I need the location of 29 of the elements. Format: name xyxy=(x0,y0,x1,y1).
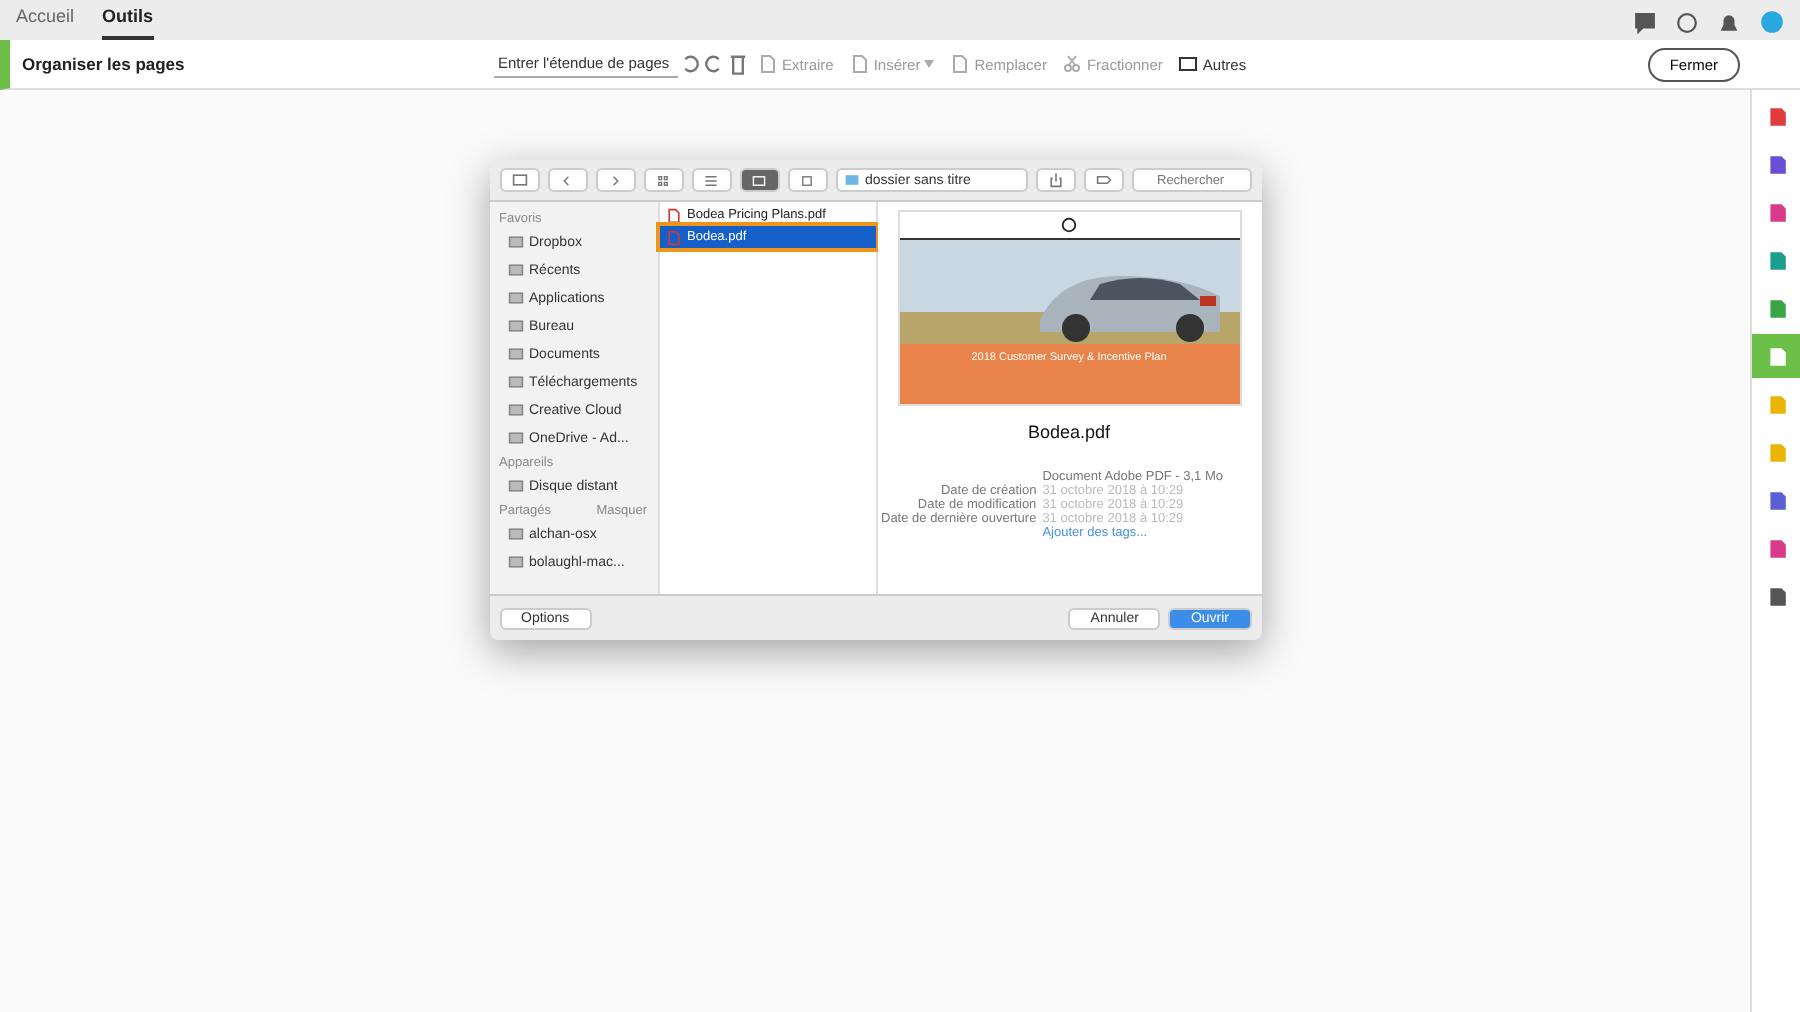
help-icon xyxy=(1676,11,1698,33)
tag-icon xyxy=(1095,172,1111,188)
trash-icon xyxy=(726,52,750,76)
nav-tab[interactable]: Outils xyxy=(102,6,154,40)
grid-icon xyxy=(656,173,670,187)
chevron-left-icon xyxy=(560,173,574,187)
nav-tab[interactable]: Accueil xyxy=(16,6,75,40)
arrange-button[interactable] xyxy=(787,168,827,192)
columns-icon xyxy=(752,173,766,187)
rotate-right-icon xyxy=(702,52,726,76)
page-icon xyxy=(758,54,778,74)
share-button[interactable] xyxy=(1035,168,1075,192)
tag-button[interactable] xyxy=(1083,168,1123,192)
folder-icon xyxy=(843,172,859,188)
scissors-icon xyxy=(1062,54,1083,74)
page-icon xyxy=(950,54,971,74)
page-icon xyxy=(849,54,870,74)
rotate-left-icon xyxy=(678,52,702,76)
sidebar-toggle-button[interactable] xyxy=(499,168,539,192)
icon-view-button[interactable] xyxy=(643,168,683,192)
bell-icon xyxy=(1718,11,1740,33)
tool-title: Organiser les pages xyxy=(22,54,187,74)
column-view-button[interactable] xyxy=(739,168,779,192)
list-view-button[interactable] xyxy=(691,168,731,192)
chevron-right-icon xyxy=(608,173,622,187)
file-name: Bodea.pdf xyxy=(1027,422,1111,442)
share-icon xyxy=(1047,172,1063,188)
avatar-icon xyxy=(1760,10,1784,34)
comment-icon xyxy=(1634,11,1656,33)
